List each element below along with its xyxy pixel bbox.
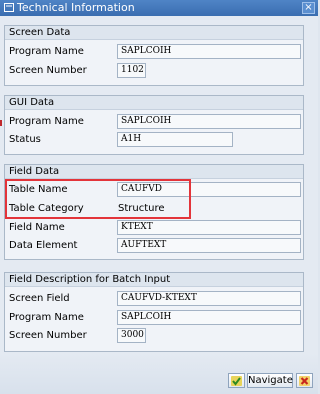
close-icon: × xyxy=(304,2,313,13)
program-name-field[interactable]: SAPLCOIH xyxy=(117,114,301,129)
cancel-button[interactable] xyxy=(296,373,313,388)
footer-bar: Navigate xyxy=(0,353,318,394)
data-element-label: Data Element xyxy=(9,240,78,251)
confirm-button[interactable] xyxy=(228,373,245,388)
data-element-row: Data Element AUFTEXT xyxy=(9,238,301,253)
screen-field-field[interactable]: CAUFVD-KTEXT xyxy=(117,291,301,306)
screen-data-program-row: Program Name SAPLCOIH xyxy=(9,44,301,59)
program-name-label: Program Name xyxy=(9,46,84,57)
screen-number-label: Screen Number xyxy=(9,330,87,341)
batch-program-row: Program Name SAPLCOIH xyxy=(9,310,301,325)
field-name-row: Field Name KTEXT xyxy=(9,220,301,235)
field-name-field[interactable]: KTEXT xyxy=(117,220,301,235)
batch-input-heading: Field Description for Batch Input xyxy=(5,273,303,287)
program-name-field[interactable]: SAPLCOIH xyxy=(117,44,301,59)
batch-input-group: Field Description for Batch Input Screen… xyxy=(4,272,304,352)
field-name-label: Field Name xyxy=(9,222,65,233)
dialog-body: Screen Data Program Name SAPLCOIH Screen… xyxy=(0,16,318,394)
left-edge-marker xyxy=(0,120,2,126)
data-element-field[interactable]: AUFTEXT xyxy=(117,238,301,253)
checkmark-icon xyxy=(231,376,242,386)
program-name-label: Program Name xyxy=(9,312,84,323)
field-data-heading: Field Data xyxy=(5,165,303,179)
gui-data-group: GUI Data Program Name SAPLCOIH Status A1… xyxy=(4,95,304,155)
screen-field-row: Screen Field CAUFVD-KTEXT xyxy=(9,291,301,306)
batch-screen-number-row: Screen Number 3000 xyxy=(9,328,301,343)
program-name-field[interactable]: SAPLCOIH xyxy=(117,310,301,325)
close-button[interactable]: × xyxy=(302,2,315,14)
screen-number-label: Screen Number xyxy=(9,65,87,76)
screen-number-field[interactable]: 3000 xyxy=(117,328,146,343)
screen-field-label: Screen Field xyxy=(9,293,70,304)
screen-number-field[interactable]: 1102 xyxy=(117,63,146,78)
gui-data-heading: GUI Data xyxy=(5,96,303,110)
screen-data-number-row: Screen Number 1102 xyxy=(9,63,301,78)
program-name-label: Program Name xyxy=(9,116,84,127)
gui-data-status-row: Status A1H xyxy=(9,132,301,147)
status-field[interactable]: A1H xyxy=(117,132,233,147)
window-icon xyxy=(4,3,14,12)
gui-data-program-row: Program Name SAPLCOIH xyxy=(9,114,301,129)
title-bar: Technical Information × xyxy=(0,0,318,16)
navigate-button[interactable]: Navigate xyxy=(247,373,293,388)
window-title: Technical Information xyxy=(17,1,135,14)
status-label: Status xyxy=(9,134,41,145)
highlight-box xyxy=(5,179,191,219)
cancel-icon xyxy=(299,376,310,386)
screen-data-group: Screen Data Program Name SAPLCOIH Screen… xyxy=(4,25,304,86)
screen-data-heading: Screen Data xyxy=(5,26,303,40)
